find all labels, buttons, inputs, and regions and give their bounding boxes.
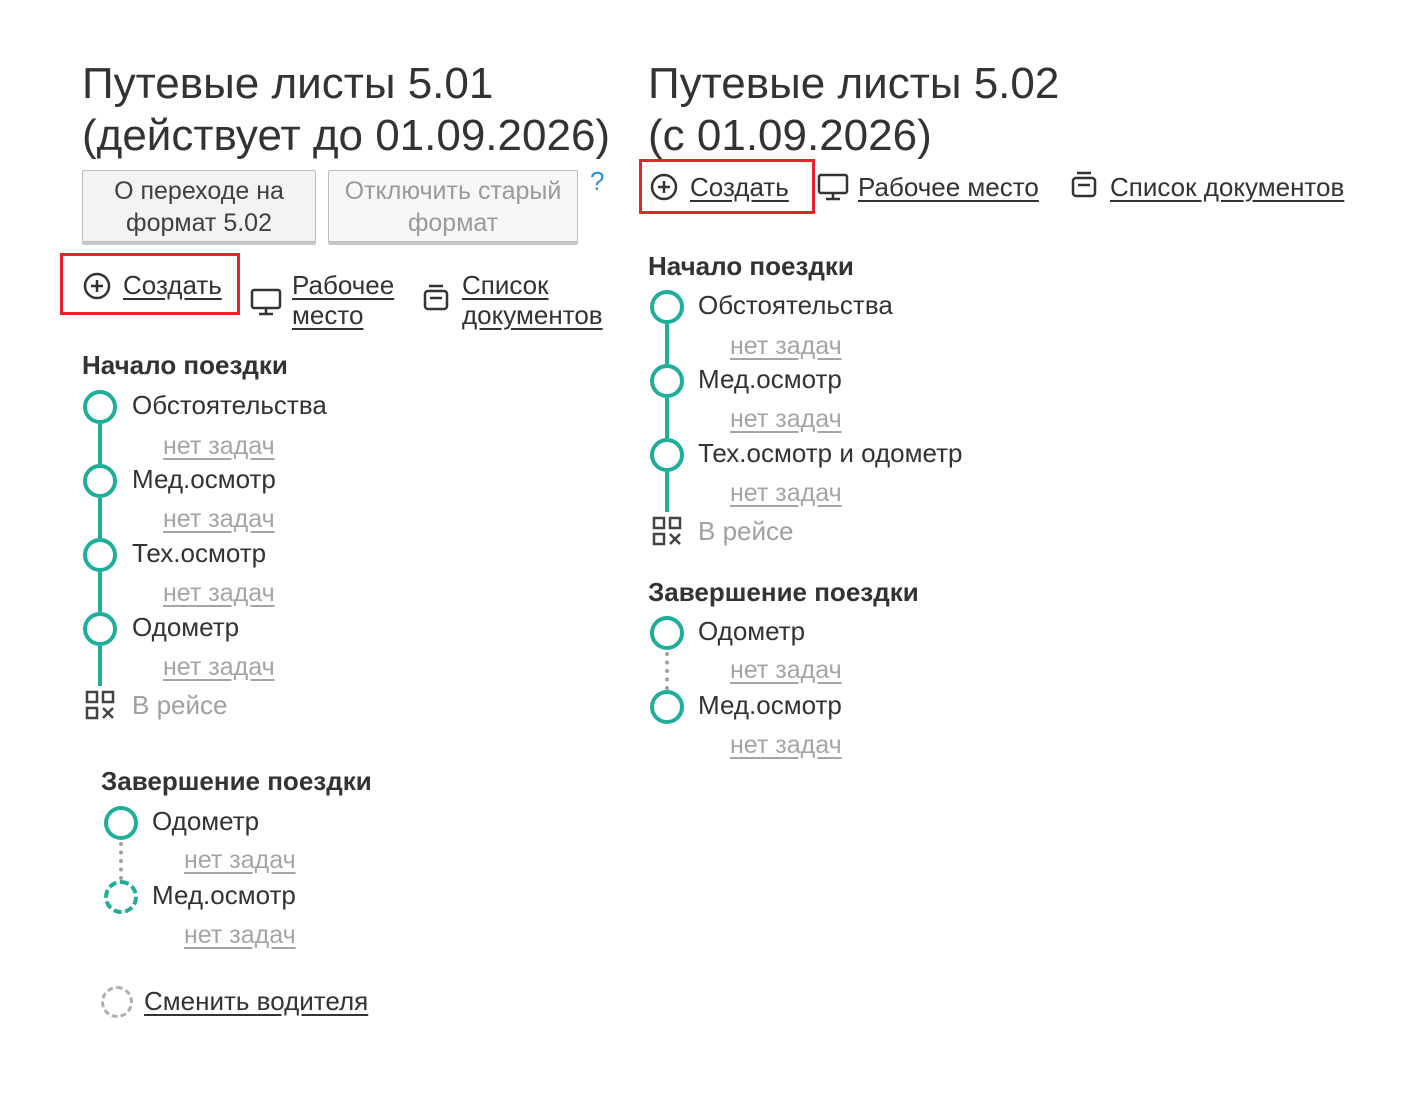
page-title-line1: Путевые листы 5.01 — [82, 59, 494, 108]
step-tech-inspection-odometer: Тех.осмотр и одометр — [698, 438, 963, 468]
qr-code-icon — [652, 516, 682, 546]
step-medical-exam: Мед.осмотр — [132, 464, 276, 494]
no-tasks-link[interactable]: нет задач — [730, 478, 842, 508]
printer-icon — [1071, 171, 1097, 198]
timeline-connector — [98, 646, 102, 686]
circle-icon — [650, 438, 684, 472]
timeline-connector — [665, 472, 669, 512]
qr-code-icon — [85, 690, 115, 720]
step-tech-inspection: Тех.осмотр — [132, 538, 267, 568]
circle-icon — [104, 806, 138, 840]
timeline-connector-dotted — [119, 842, 123, 880]
section-trip-end: Завершение поездки — [101, 766, 372, 796]
create-link[interactable]: Создать — [123, 270, 222, 300]
transition-info-button[interactable]: О переходе на формат 5.02 — [82, 170, 316, 242]
printer-icon — [423, 284, 449, 311]
change-driver-link[interactable]: Сменить водителя — [144, 986, 368, 1016]
step-odometer-end: Одометр — [698, 616, 806, 646]
timeline-connector — [98, 498, 102, 538]
no-tasks-link[interactable]: нет задач — [730, 331, 842, 361]
step-in-trip: В рейсе — [132, 690, 228, 720]
monitor-icon — [817, 173, 849, 201]
no-tasks-link[interactable]: нет задач — [184, 920, 296, 950]
no-tasks-link[interactable]: нет задач — [163, 578, 275, 608]
document-list-link[interactable]: Список документов — [462, 270, 612, 330]
step-odometer-end: Одометр — [152, 806, 260, 836]
monitor-icon — [250, 288, 282, 316]
step-circumstances: Обстоятельства — [698, 290, 893, 320]
dashed-circle-icon — [101, 986, 133, 1018]
plus-circle-icon — [83, 272, 111, 300]
timeline-connector-dotted — [665, 652, 669, 690]
step-medical-exam-end: Мед.осмотр — [698, 690, 842, 720]
step-medical-exam: Мед.осмотр — [698, 364, 842, 394]
timeline-connector — [98, 572, 102, 612]
workplace-link[interactable]: Рабочее место — [292, 270, 412, 330]
no-tasks-link[interactable]: нет задач — [184, 845, 296, 875]
circle-icon — [650, 364, 684, 398]
no-tasks-link[interactable]: нет задач — [163, 652, 275, 682]
dashed-circle-icon — [104, 880, 138, 914]
create-link[interactable]: Создать — [690, 172, 789, 202]
no-tasks-link[interactable]: нет задач — [730, 730, 842, 760]
circle-icon — [83, 464, 117, 498]
no-tasks-link[interactable]: нет задач — [730, 404, 842, 434]
circle-icon — [650, 290, 684, 324]
plus-circle-icon — [650, 173, 678, 201]
page-title-line2: (действует до 01.09.2026) — [82, 111, 611, 160]
help-icon[interactable]: ? — [590, 168, 604, 194]
step-odometer: Одометр — [132, 612, 240, 642]
no-tasks-link[interactable]: нет задач — [730, 655, 842, 685]
step-in-trip: В рейсе — [698, 516, 794, 546]
timeline-connector — [665, 398, 669, 438]
disable-old-format-button[interactable]: Отключить старый формат — [328, 170, 578, 242]
timeline-connector — [98, 424, 102, 464]
section-trip-start: Начало поездки — [82, 350, 288, 380]
circle-icon — [83, 612, 117, 646]
no-tasks-link[interactable]: нет задач — [163, 431, 275, 461]
section-trip-start: Начало поездки — [648, 251, 854, 281]
timeline-connector — [665, 324, 669, 364]
no-tasks-link[interactable]: нет задач — [163, 504, 275, 534]
step-circumstances: Обстоятельства — [132, 390, 327, 420]
section-trip-end: Завершение поездки — [648, 577, 919, 607]
page-title-line1: Путевые листы 5.02 — [648, 59, 1060, 108]
circle-icon — [83, 538, 117, 572]
page-title-line2: (с 01.09.2026) — [648, 111, 932, 160]
workplace-link[interactable]: Рабочее место — [858, 172, 1039, 202]
circle-icon — [650, 616, 684, 650]
circle-icon — [650, 690, 684, 724]
document-list-link[interactable]: Список документов — [1110, 172, 1344, 202]
step-medical-exam-end: Мед.осмотр — [152, 880, 296, 910]
circle-icon — [83, 390, 117, 424]
